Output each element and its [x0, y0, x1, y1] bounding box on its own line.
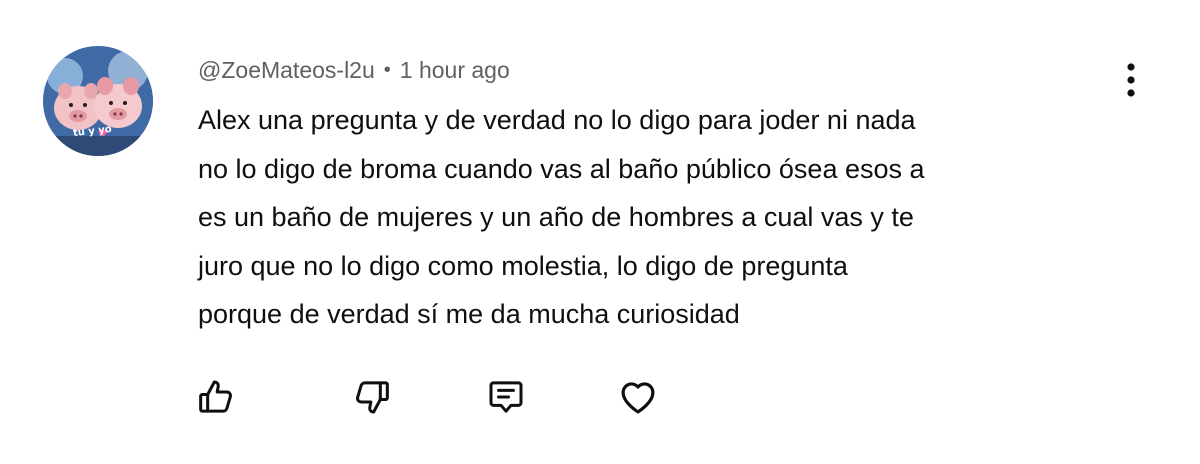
heart-button[interactable] [616, 375, 660, 419]
comment-line: porque de verdad sí me da mucha curiosid… [198, 299, 740, 329]
comment-text: Alex una pregunta y de verdad no lo digo… [198, 96, 1138, 339]
comment-line: es un baño de mujeres y un año de hombre… [198, 202, 914, 232]
reply-button[interactable] [484, 375, 528, 419]
heart-icon [621, 382, 655, 414]
avatar[interactable]: tu y yo [43, 46, 153, 156]
comment-timestamp[interactable]: 1 hour ago [400, 57, 510, 84]
comment-actions [0, 375, 1200, 425]
more-options-button[interactable] [1115, 60, 1147, 100]
comment-line: Alex una pregunta y de verdad no lo digo… [198, 105, 916, 135]
comment-icon [489, 381, 523, 413]
thumbs-up-icon [199, 380, 232, 413]
comment-card: tu y yo @ZoeMateos-l2u • 1 hour ago Alex… [0, 0, 1200, 464]
more-vertical-icon [1127, 63, 1135, 97]
thumbs-down-icon [356, 381, 389, 414]
comment-header: @ZoeMateos-l2u • 1 hour ago [198, 55, 510, 85]
avatar-image [43, 46, 153, 156]
comment-line: no lo digo de broma cuando vas al baño p… [198, 153, 925, 184]
like-button[interactable] [194, 375, 238, 419]
dislike-button[interactable] [350, 375, 394, 419]
author-handle[interactable]: @ZoeMateos-l2u [198, 57, 375, 84]
comment-line: juro que no lo digo como molestia, lo di… [198, 250, 848, 281]
separator-dot: • [383, 58, 391, 81]
